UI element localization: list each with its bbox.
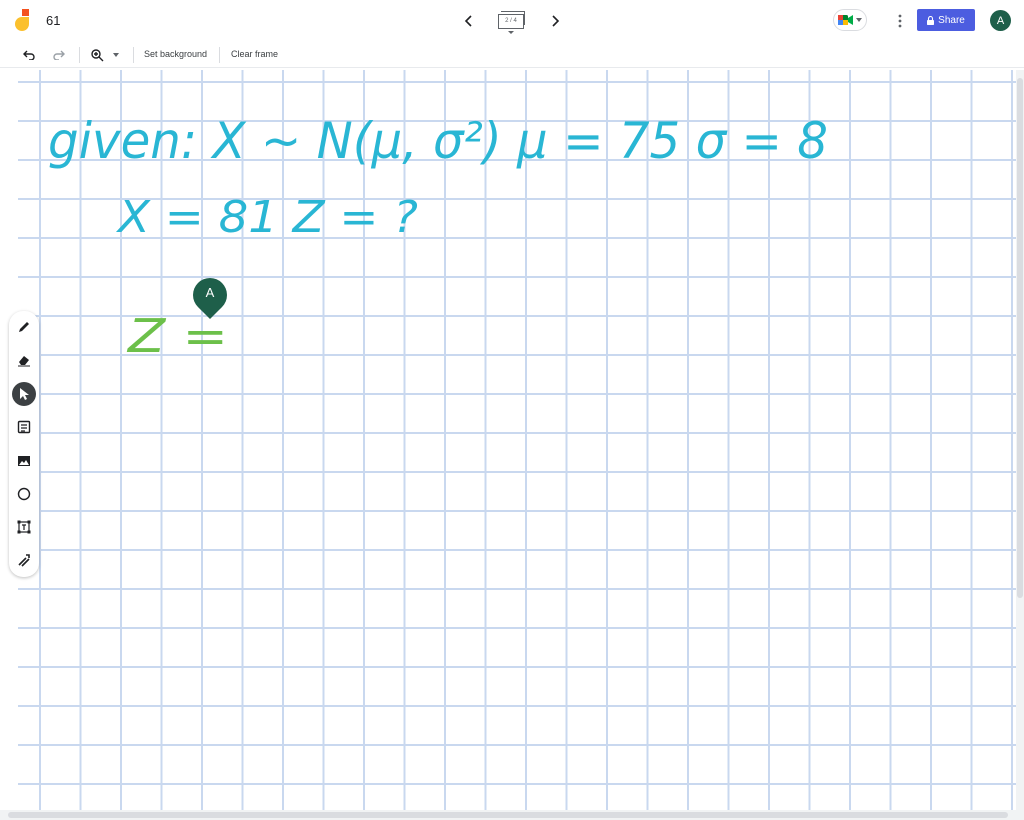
meet-button[interactable] [833, 9, 867, 31]
frame-bar-button[interactable]: 2 / 4 [496, 10, 528, 34]
tool-palette [9, 311, 39, 577]
caret-down-icon [856, 18, 862, 22]
more-options-button[interactable] [891, 11, 909, 31]
toolbar-divider [219, 47, 220, 63]
shape-tool[interactable] [12, 482, 36, 506]
vertical-scroll-thumb[interactable] [1017, 78, 1023, 598]
pen-icon [19, 322, 29, 332]
caret-down-icon [508, 31, 514, 34]
chevron-left-icon [464, 15, 472, 27]
collaborator-initial: A [205, 285, 215, 300]
redo-icon [53, 50, 65, 60]
zoom-in-icon [90, 48, 103, 61]
toolbar-divider [133, 47, 134, 63]
account-avatar[interactable]: A [990, 10, 1011, 31]
meet-video-icon [838, 15, 853, 25]
eraser-icon [18, 356, 30, 367]
caret-down-icon [113, 53, 119, 57]
sticky-note-icon [17, 420, 31, 434]
share-button-label: Share [938, 14, 965, 26]
select-pointer-icon [20, 388, 29, 400]
jamboard-logo-icon[interactable] [14, 9, 36, 33]
document-title[interactable]: 61 [46, 13, 60, 28]
vertical-scrollbar[interactable] [1016, 70, 1024, 810]
handwriting-line-2: X = 81 Z = ? [116, 192, 418, 243]
share-button[interactable]: Share [917, 9, 975, 31]
laser-tool[interactable] [12, 548, 36, 572]
edit-toolbar: Set background Clear frame [0, 42, 1024, 68]
horizontal-scroll-thumb[interactable] [8, 812, 1008, 818]
redo-button[interactable] [50, 46, 68, 64]
undo-icon [23, 50, 35, 60]
toolbar-divider [79, 47, 80, 63]
chevron-right-icon [552, 15, 560, 27]
handwriting-line-1: given: X ~ N(μ, σ²) μ = 75 σ = 8 [48, 112, 828, 170]
whiteboard-canvas[interactable]: given: X ~ N(μ, σ²) μ = 75 σ = 8 X = 81 … [18, 70, 1016, 810]
circle-shape-icon [17, 487, 31, 501]
more-vert-icon [898, 14, 902, 28]
zoom-button[interactable] [88, 46, 106, 64]
text-box-tool[interactable] [12, 515, 36, 539]
top-bar: 61 2 / 4 Share A [0, 0, 1024, 42]
select-tool[interactable] [12, 382, 36, 406]
text-box-icon [17, 520, 31, 534]
handwriting-layer: given: X ~ N(μ, σ²) μ = 75 σ = 8 X = 81 … [48, 112, 828, 363]
next-frame-button[interactable] [545, 11, 565, 31]
sticky-note-tool[interactable] [12, 415, 36, 439]
set-background-button[interactable]: Set background [144, 49, 207, 59]
horizontal-scrollbar[interactable] [0, 810, 1024, 820]
zoom-dropdown-button[interactable] [110, 46, 122, 64]
image-icon [18, 456, 30, 466]
pen-tool[interactable] [12, 315, 36, 339]
frame-indicator: 2 / 4 [498, 14, 524, 29]
eraser-tool[interactable] [12, 348, 36, 372]
previous-frame-button[interactable] [459, 11, 479, 31]
collaborator-cursor: A [185, 270, 235, 320]
clear-frame-button[interactable]: Clear frame [231, 49, 278, 59]
lock-icon [927, 15, 935, 25]
laser-icon [18, 554, 30, 567]
image-tool[interactable] [12, 449, 36, 473]
undo-button[interactable] [20, 46, 38, 64]
